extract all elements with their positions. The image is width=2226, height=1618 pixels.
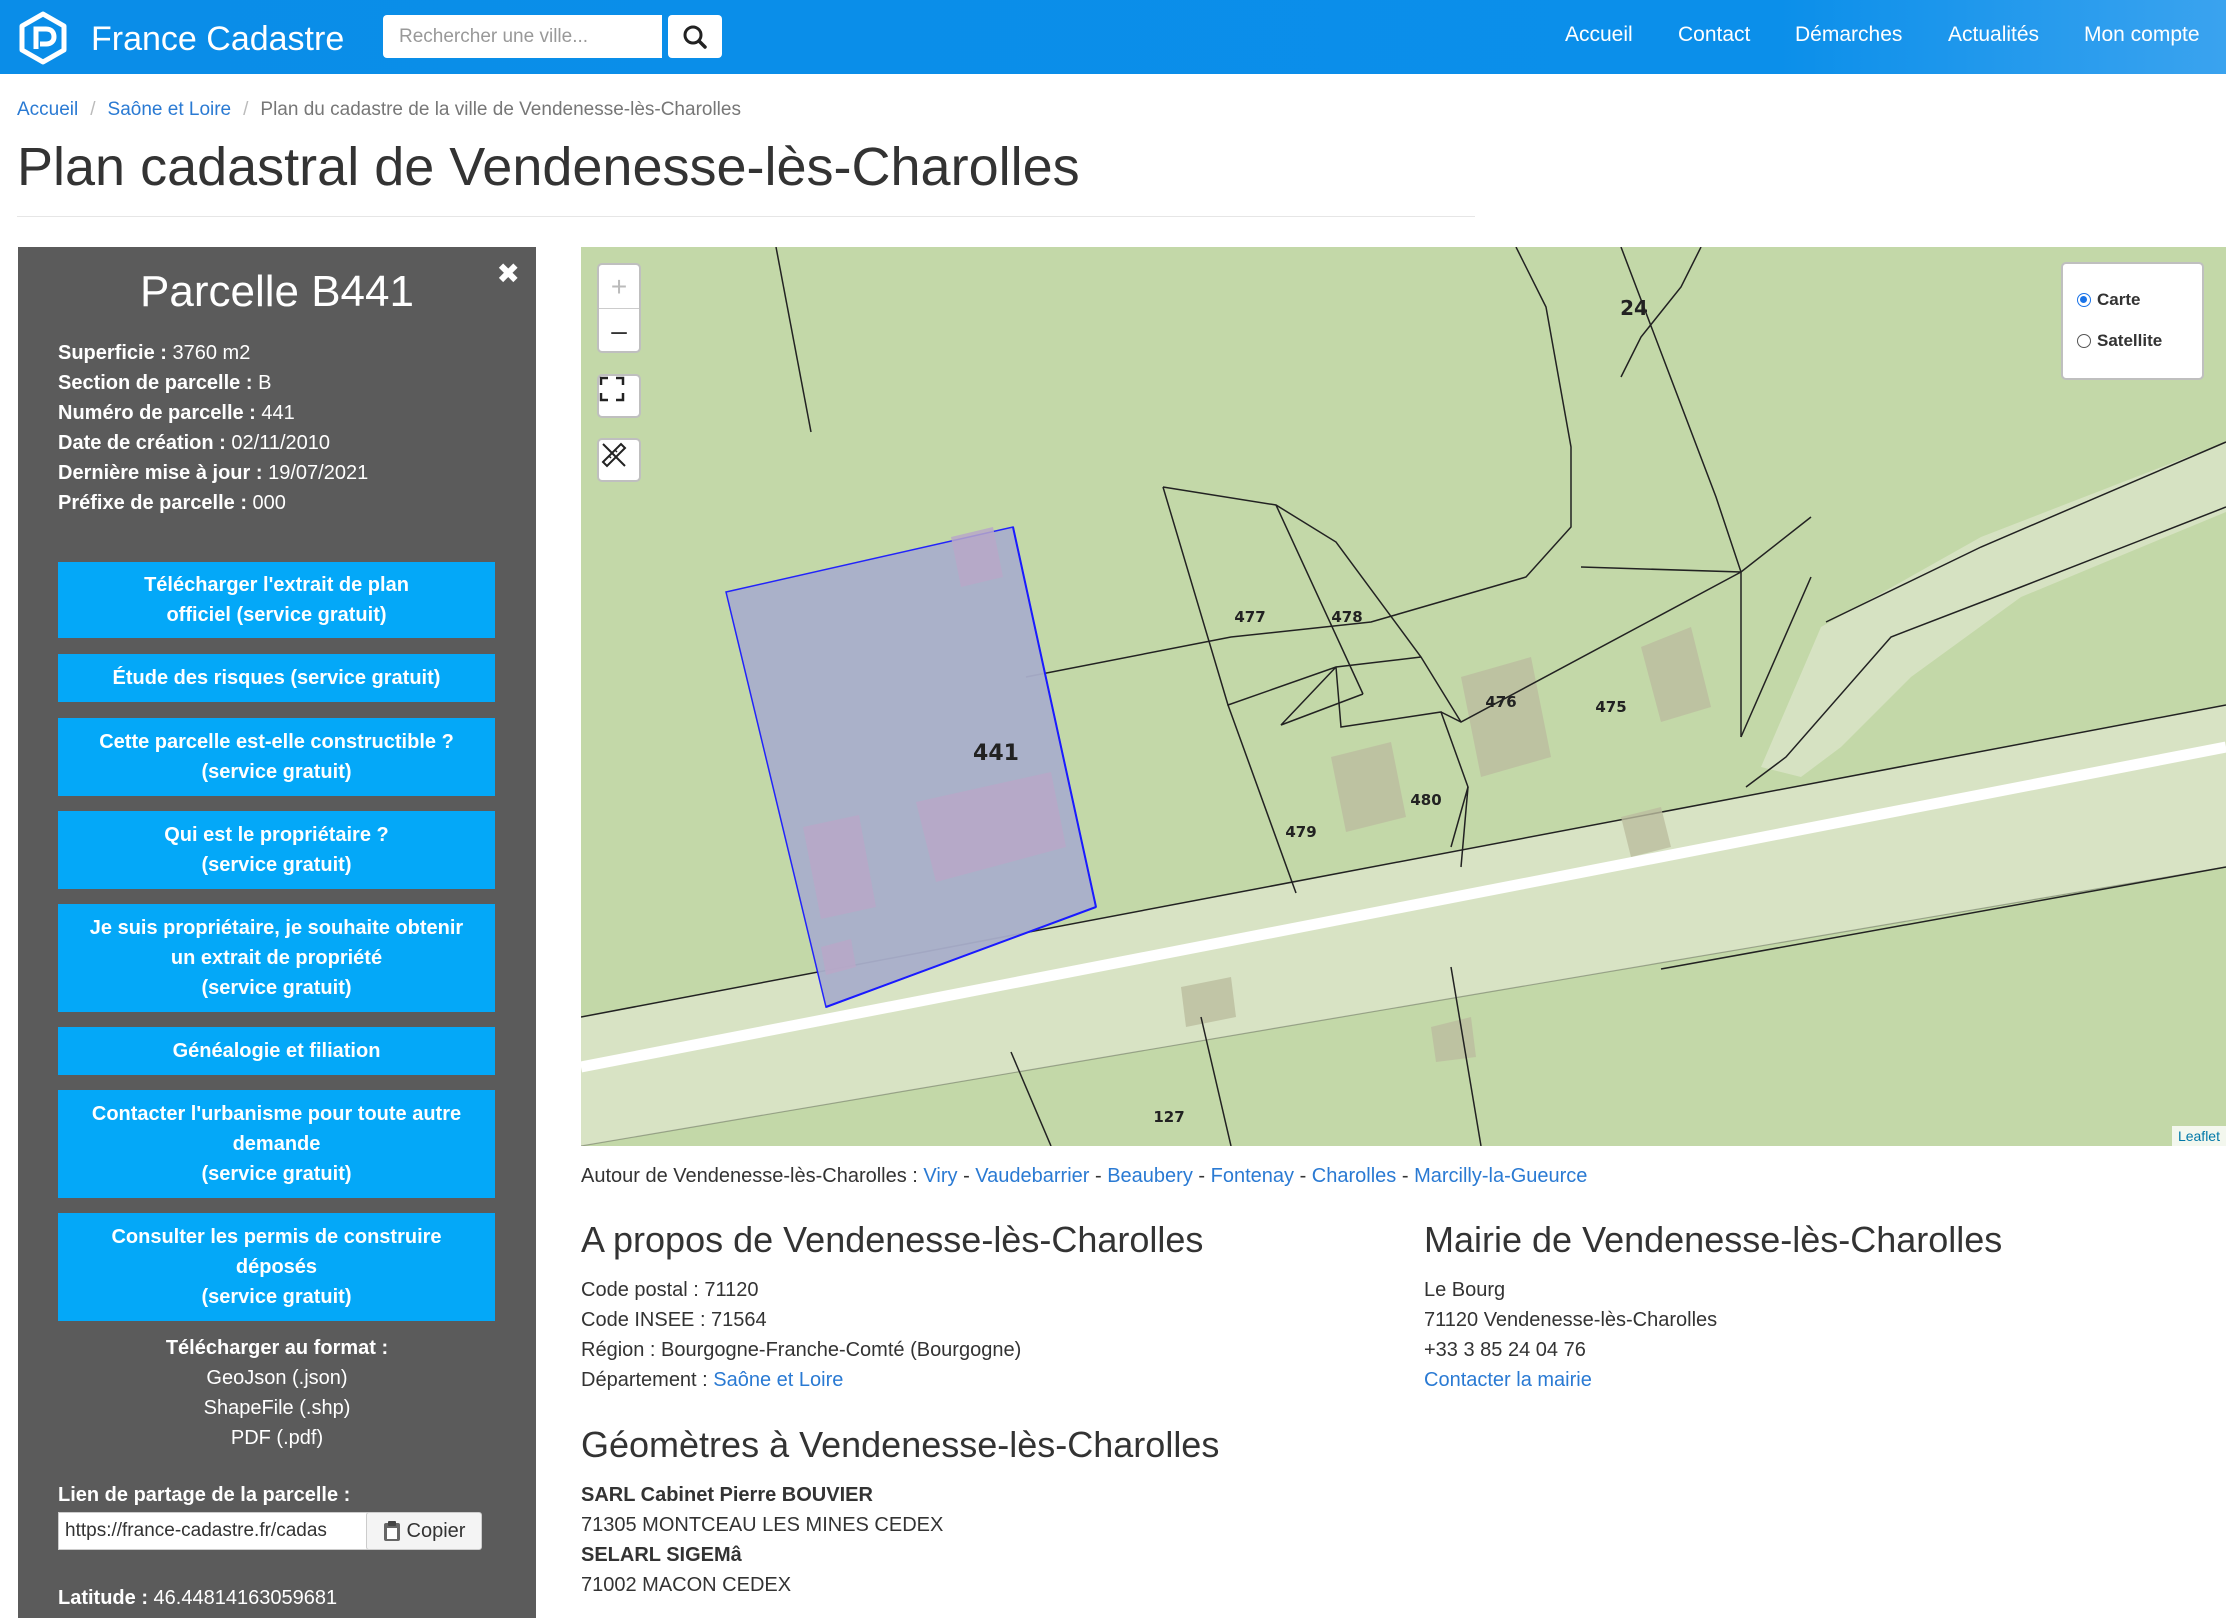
layer-switcher: Carte Satellite: [2061, 262, 2204, 380]
nearby-town-fontenay[interactable]: Fontenay: [1211, 1165, 1294, 1187]
departement-link[interactable]: Saône et Loire: [713, 1369, 843, 1391]
nearby-town-beaubery[interactable]: Beaubery: [1107, 1165, 1193, 1187]
code-postal: Code postal : 71120: [581, 1279, 759, 1301]
search-icon: [683, 25, 707, 49]
title-divider: [17, 216, 1475, 217]
download-pdf-link[interactable]: PDF (.pdf): [18, 1427, 536, 1450]
mairie-address-line1: Le Bourg: [1424, 1279, 1506, 1301]
parcel-title: Parcelle B441: [140, 267, 414, 316]
page-title: Plan cadastral de Vendenesse-lès-Charoll…: [17, 137, 1080, 197]
download-shapefile-link[interactable]: ShapeFile (.shp): [18, 1397, 536, 1420]
copy-button-label: Copier: [406, 1519, 466, 1542]
genealogy-button[interactable]: Généalogie et filiation: [58, 1027, 495, 1075]
geometre-address: 71305 MONTCEAU LES MINES CEDEX: [581, 1514, 944, 1536]
copy-button[interactable]: Copier: [366, 1512, 482, 1550]
map-label-478: 478: [1331, 608, 1362, 626]
contact-mairie-link[interactable]: Contacter la mairie: [1424, 1369, 1592, 1392]
download-format-title: Télécharger au format :: [165, 1337, 389, 1359]
city-search-input[interactable]: [383, 15, 662, 58]
about-title: A propos de Vendenesse-lès-Charolles: [581, 1219, 1204, 1260]
parcel-info-panel: ✖ Parcelle B441 Superficie : 3760 m2 Sec…: [18, 247, 536, 1618]
nearby-town-charolles[interactable]: Charolles: [1312, 1165, 1396, 1187]
nav-actualites[interactable]: Actualités: [1948, 23, 2039, 47]
geometre-name: SELARL SIGEMâ: [581, 1544, 742, 1566]
parcel-details: Superficie : 3760 m2 Section de parcelle…: [58, 338, 368, 518]
cadastre-map-canvas[interactable]: 24 441 477 478 476 475 480 479 127: [581, 247, 2226, 1146]
breadcrumb-separator: /: [90, 99, 96, 120]
breadcrumb: Accueil / Saône et Loire / Plan du cadastre …: [17, 99, 741, 121]
mairie-phone: +33 3 85 24 04 76: [1424, 1339, 1586, 1361]
download-plan-extract-button[interactable]: Télécharger l'extrait de plan officiel (s…: [58, 562, 495, 638]
date-creation-row: Date de création : 02/11/2010: [58, 432, 330, 454]
download-geojson-link[interactable]: GeoJson (.json): [18, 1367, 536, 1390]
map-label-441: 441: [973, 741, 1019, 766]
mairie-title: Mairie de Vendenesse-lès-Charolles: [1424, 1219, 2003, 1260]
zoom-in-button[interactable]: +: [599, 265, 639, 309]
zoom-control: + –: [597, 263, 641, 353]
map-label-24: 24: [1620, 296, 1648, 320]
top-navbar: France Cadastre Accueil Contact Démarche…: [0, 0, 2226, 74]
nearby-town-vaudebarrier[interactable]: Vaudebarrier: [975, 1165, 1089, 1187]
cadastre-map[interactable]: 24 441 477 478 476 475 480 479 127 + – C…: [581, 247, 2226, 1146]
nav-mon-compte[interactable]: Mon compte: [2084, 23, 2200, 47]
layer-satellite-option[interactable]: Satellite: [2077, 331, 2162, 351]
contact-urbanisme-button[interactable]: Contacter l'urbanisme pour toute autre de…: [58, 1090, 495, 1198]
map-label-479: 479: [1285, 823, 1316, 841]
map-label-476: 476: [1485, 693, 1516, 711]
prefixe-row: Préfixe de parcelle : 000: [58, 492, 286, 514]
clipboard-icon: [383, 1521, 400, 1541]
zoom-out-button[interactable]: –: [599, 309, 639, 352]
breadcrumb-separator: /: [243, 99, 249, 120]
section-row: Section de parcelle : B: [58, 372, 272, 394]
numero-row: Numéro de parcelle : 441: [58, 402, 295, 424]
share-link-input[interactable]: [58, 1512, 373, 1550]
map-label-475: 475: [1595, 698, 1626, 716]
mairie-address-line2: 71120 Vendenesse-lès-Charolles: [1424, 1309, 1718, 1331]
nearby-town-marcilly[interactable]: Marcilly-la-Gueurce: [1414, 1165, 1587, 1187]
building-permits-button[interactable]: Consulter les permis de construire déposé…: [58, 1213, 495, 1321]
layer-carte-option[interactable]: Carte: [2077, 290, 2140, 310]
nav-demarches[interactable]: Démarches: [1795, 23, 1902, 47]
measure-tool-button[interactable]: [597, 438, 641, 482]
map-label-477: 477: [1234, 608, 1265, 626]
ruler-pencil-icon: [601, 442, 627, 468]
breadcrumb-current: Plan du cadastre de la ville de Vendenes…: [260, 99, 741, 120]
brand-name[interactable]: France Cadastre: [91, 20, 344, 59]
departement: Département : Saône et Loire: [581, 1369, 844, 1391]
fullscreen-icon: [599, 376, 625, 402]
latitude-row: Latitude : 46.44814163059681: [58, 1587, 338, 1609]
leaflet-attribution[interactable]: Leaflet: [2171, 1126, 2226, 1146]
superficie-row: Superficie : 3760 m2: [58, 342, 251, 364]
france-cadastre-logo-icon[interactable]: [16, 11, 70, 65]
search-button[interactable]: [668, 15, 722, 58]
date-mise-a-jour-row: Dernière mise à jour : 19/07/2021: [58, 462, 369, 484]
constructible-button[interactable]: Cette parcelle est-elle constructible ?(…: [58, 718, 495, 796]
map-label-480: 480: [1410, 791, 1441, 809]
nav-accueil[interactable]: Accueil: [1565, 23, 1633, 47]
breadcrumb-saone-et-loire[interactable]: Saône et Loire: [108, 99, 232, 120]
owner-button[interactable]: Qui est le propriétaire ? (service gratui…: [58, 811, 495, 889]
property-extract-button[interactable]: Je suis propriétaire, je souhaite obteni…: [58, 904, 495, 1012]
geometre-address: 71002 MACON CEDEX: [581, 1574, 792, 1596]
fullscreen-button[interactable]: [597, 374, 641, 418]
risk-study-button[interactable]: Étude des risques (service gratuit): [58, 654, 495, 702]
nearby-town-viry[interactable]: Viry: [923, 1165, 957, 1187]
radio-satellite-icon[interactable]: [2077, 334, 2091, 348]
geometres-title: Géomètres à Vendenesse-lès-Charolles: [581, 1424, 1220, 1465]
map-label-127: 127: [1153, 1108, 1184, 1126]
region: Région : Bourgogne-Franche-Comté (Bourgo…: [581, 1339, 1022, 1361]
share-link-label: Lien de partage de la parcelle :: [58, 1484, 351, 1506]
breadcrumb-accueil[interactable]: Accueil: [17, 99, 78, 120]
nav-contact[interactable]: Contact: [1678, 23, 1750, 47]
code-insee: Code INSEE : 71564: [581, 1309, 767, 1331]
geometre-name: SARL Cabinet Pierre BOUVIER: [581, 1484, 873, 1506]
nearby-towns: Autour de Vendenesse-lès-Charolles : Vir…: [581, 1165, 1588, 1187]
radio-carte-icon[interactable]: [2077, 293, 2091, 307]
